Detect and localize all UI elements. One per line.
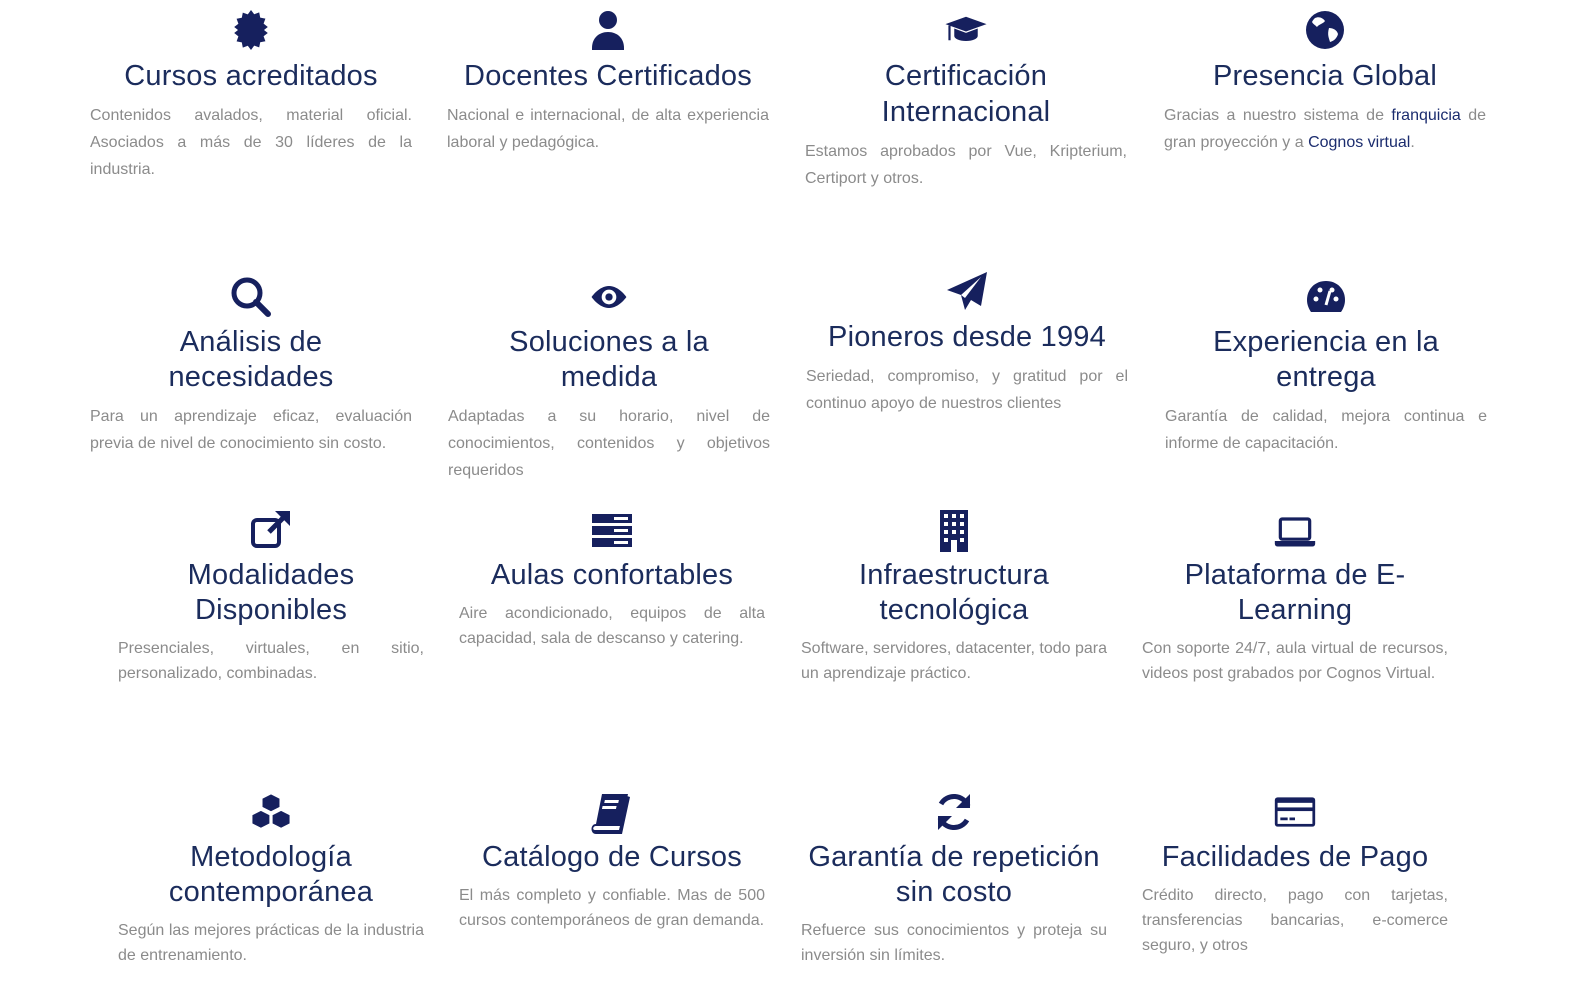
feature-card: Plataforma de E-Learning Con soporte 24/… bbox=[1141, 508, 1449, 686]
feature-card: Experiencia en la entrega Garantía de ca… bbox=[1165, 275, 1487, 457]
feature-title: Docentes Certificados bbox=[464, 60, 752, 92]
laptop-icon bbox=[1141, 508, 1449, 552]
feature-card: Catálogo de Cursos El más completo y con… bbox=[458, 790, 766, 933]
external-link-icon bbox=[117, 508, 425, 552]
feature-card: Soluciones a la medida Adaptadas a su ho… bbox=[448, 275, 770, 484]
feature-card: Cursos acreditados Contenidos avalados, … bbox=[90, 8, 412, 183]
feature-description: Crédito directo, pago con tarjetas, tran… bbox=[1142, 887, 1448, 954]
desc-text: . bbox=[1410, 134, 1415, 151]
feature-card: Infraestructura tecnológica Software, se… bbox=[800, 508, 1108, 686]
feature-description: Presenciales, virtuales, en sitio, perso… bbox=[118, 640, 424, 682]
feature-description: Software, servidores, datacenter, todo p… bbox=[801, 640, 1107, 682]
feature-card: Garantía de repetición sin costo Refuerc… bbox=[800, 790, 1108, 968]
feature-description: Nacional e internacional, de alta experi… bbox=[447, 107, 769, 151]
feature-title: Experiencia en la entrega bbox=[1213, 326, 1439, 393]
feature-title: Aulas confortables bbox=[490, 559, 734, 591]
feature-title: Presencia Global bbox=[1212, 60, 1438, 92]
feature-card: Aulas confortables Aire acondicionado, e… bbox=[458, 508, 766, 651]
dashboard-icon bbox=[1165, 275, 1487, 319]
user-icon bbox=[440, 8, 776, 52]
feature-description: Según las mejores prácticas de la indust… bbox=[118, 922, 424, 964]
refresh-icon bbox=[800, 790, 1108, 834]
feature-title: Metodología contemporánea bbox=[168, 841, 374, 908]
feature-description: Contenidos avalados, material oficial. A… bbox=[90, 107, 412, 178]
search-icon bbox=[90, 275, 412, 319]
feature-description: Garantía de calidad, mejora continua e i… bbox=[1165, 408, 1487, 452]
feature-description: Gracias a nuestro sistema de franquicia … bbox=[1164, 102, 1486, 156]
building-icon bbox=[800, 508, 1108, 552]
book-icon bbox=[458, 790, 766, 834]
feature-card: Certificación Internacional Estamos apro… bbox=[800, 8, 1132, 192]
feature-card: Metodología contemporánea Según las mejo… bbox=[117, 790, 425, 968]
feature-card: Análisis de necesidades Para un aprendiz… bbox=[90, 275, 412, 457]
feature-card: Modalidades Disponibles Presenciales, vi… bbox=[117, 508, 425, 686]
feature-title: Garantía de repetición sin costo bbox=[808, 841, 1100, 908]
feature-title: Pioneros desde 1994 bbox=[828, 321, 1106, 353]
feature-card: Presencia Global Gracias a nuestro siste… bbox=[1160, 8, 1490, 156]
feature-description: Aire acondicionado, equipos de alta capa… bbox=[459, 605, 765, 647]
feature-title: Análisis de necesidades bbox=[168, 326, 334, 393]
feature-description: Con soporte 24/7, aula virtual de recurs… bbox=[1142, 640, 1448, 682]
credit-card-icon bbox=[1141, 790, 1449, 834]
feature-title: Infraestructura tecnológica bbox=[859, 559, 1049, 626]
feature-title: Plataforma de E-Learning bbox=[1184, 559, 1406, 626]
feature-title: Certificación Internacional bbox=[881, 60, 1051, 128]
graduation-cap-icon bbox=[800, 8, 1132, 52]
feature-description: Seriedad, compromiso, y gratitud por el … bbox=[806, 368, 1128, 412]
franquicia-link[interactable]: franquicia bbox=[1391, 107, 1460, 124]
globe-icon bbox=[1160, 8, 1490, 52]
feature-description: Adaptadas a su horario, nivel de conocim… bbox=[448, 408, 770, 479]
feature-title: Facilidades de Pago bbox=[1161, 841, 1429, 873]
feature-card: Docentes Certificados Nacional e interna… bbox=[440, 8, 776, 156]
eye-icon bbox=[448, 275, 770, 319]
feature-description: Refuerce sus conocimientos y proteja su … bbox=[801, 922, 1107, 964]
feature-card: Facilidades de Pago Crédito directo, pag… bbox=[1141, 790, 1449, 958]
cubes-icon bbox=[117, 790, 425, 834]
feature-title: Soluciones a la medida bbox=[509, 326, 709, 393]
desc-text: Gracias a nuestro sistema de bbox=[1164, 107, 1392, 124]
feature-description: Para un aprendizaje eficaz, evaluación p… bbox=[90, 408, 412, 452]
feature-title: Cursos acreditados bbox=[124, 60, 378, 92]
seal-icon bbox=[90, 8, 412, 52]
cognos-virtual-link[interactable]: Cognos virtual bbox=[1308, 134, 1410, 151]
feature-title: Catálogo de Cursos bbox=[482, 841, 742, 873]
feature-description: Estamos aprobados por Vue, Kripterium, C… bbox=[805, 143, 1127, 187]
feature-title: Modalidades Disponibles bbox=[187, 559, 355, 626]
feature-card: Pioneros desde 1994 Seriedad, compromiso… bbox=[806, 270, 1128, 417]
feature-description: El más completo y confiable. Mas de 500 … bbox=[459, 887, 765, 929]
server-icon bbox=[458, 508, 766, 552]
paper-plane-icon bbox=[806, 270, 1128, 314]
